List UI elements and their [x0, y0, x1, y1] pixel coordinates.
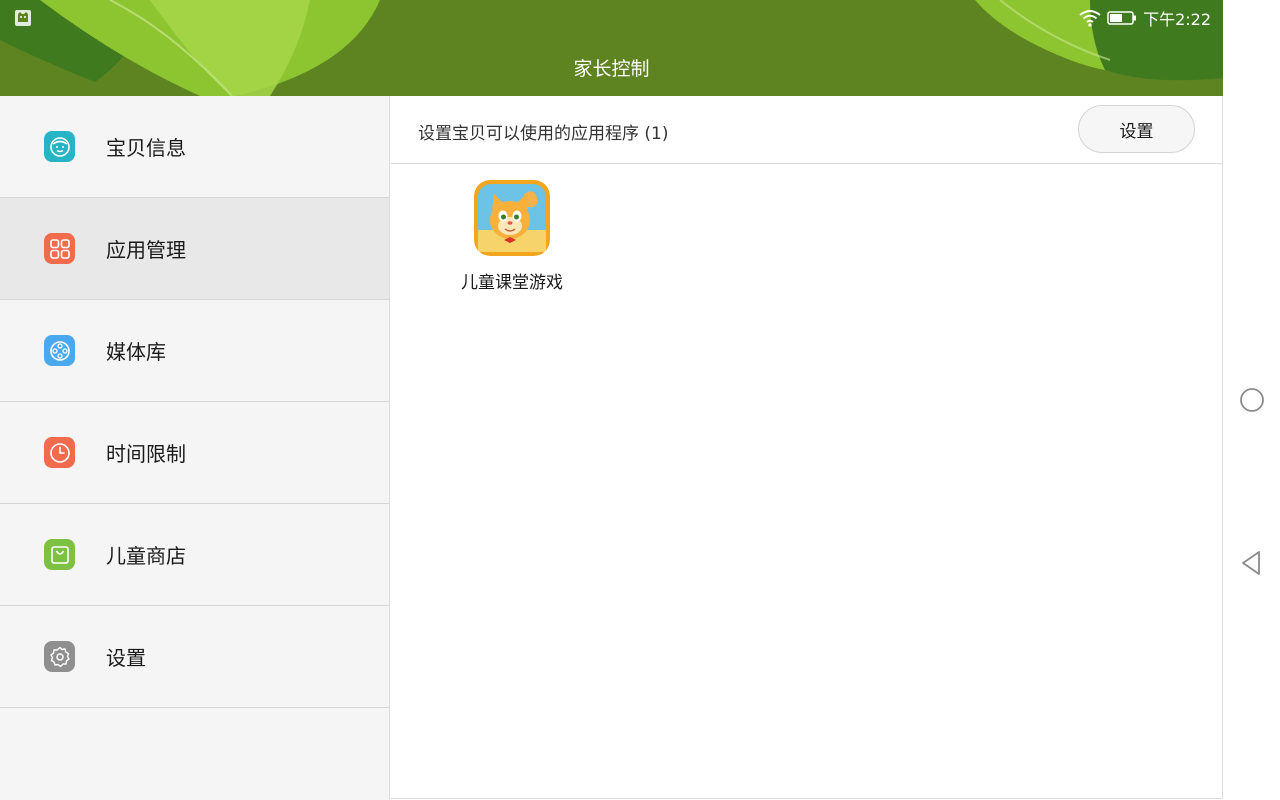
sidebar-item-label: 宝贝信息: [106, 136, 186, 160]
main-content: 设置宝贝可以使用的应用程序 (1) 设置 儿童课堂游戏: [391, 96, 1223, 799]
clock-icon: [44, 437, 75, 468]
allowed-apps-title: 设置宝贝可以使用的应用程序 (1): [418, 124, 669, 144]
settings-button[interactable]: 设置: [1078, 105, 1195, 153]
battery-icon: [1107, 11, 1137, 25]
sidebar-item-label: 设置: [106, 646, 146, 670]
sidebar-item-media-library[interactable]: 媒体库: [0, 300, 389, 402]
back-triangle-icon[interactable]: [1238, 549, 1266, 577]
baby-face-icon: [44, 131, 75, 162]
sidebar-item-app-management[interactable]: 应用管理: [0, 198, 389, 300]
app-tile[interactable]: 儿童课堂游戏: [449, 180, 575, 293]
app-grid-icon: [44, 233, 75, 264]
sidebar-item-label: 儿童商店: [106, 544, 186, 568]
home-circle-icon[interactable]: [1238, 386, 1266, 414]
sidebar-item-baby-info[interactable]: 宝贝信息: [0, 96, 389, 198]
shopping-bag-icon: [44, 539, 75, 570]
content-header: 设置宝贝可以使用的应用程序 (1) 设置: [391, 96, 1222, 164]
sidebar-item-kids-store[interactable]: 儿童商店: [0, 504, 389, 606]
gear-icon: [44, 641, 75, 672]
parental-control-app: 下午2:22 家长控制 宝贝信息 应用管理 媒体库 时间限制 儿童商店 设置 设…: [0, 0, 1280, 800]
cat-notification-icon: [15, 10, 31, 26]
status-time: 下午2:22: [1143, 10, 1211, 29]
cartoon-cat-app-icon: [474, 180, 550, 256]
app-label: 儿童课堂游戏: [461, 273, 563, 293]
sidebar-item-settings[interactable]: 设置: [0, 606, 389, 708]
page-title: 家长控制: [573, 58, 650, 80]
sidebar: 宝贝信息 应用管理 媒体库 时间限制 儿童商店 设置: [0, 96, 390, 800]
wifi-icon: [1079, 10, 1101, 27]
status-bar-right: 下午2:22: [1079, 6, 1211, 30]
film-reel-icon: [44, 335, 75, 366]
app-header: 下午2:22 家长控制: [0, 0, 1223, 96]
sidebar-item-time-limit[interactable]: 时间限制: [0, 402, 389, 504]
sidebar-item-label: 媒体库: [106, 340, 166, 364]
system-nav-bar: [1224, 0, 1280, 800]
sidebar-item-label: 应用管理: [106, 238, 186, 262]
sidebar-item-label: 时间限制: [106, 442, 186, 466]
leaf-background: [0, 0, 1223, 96]
